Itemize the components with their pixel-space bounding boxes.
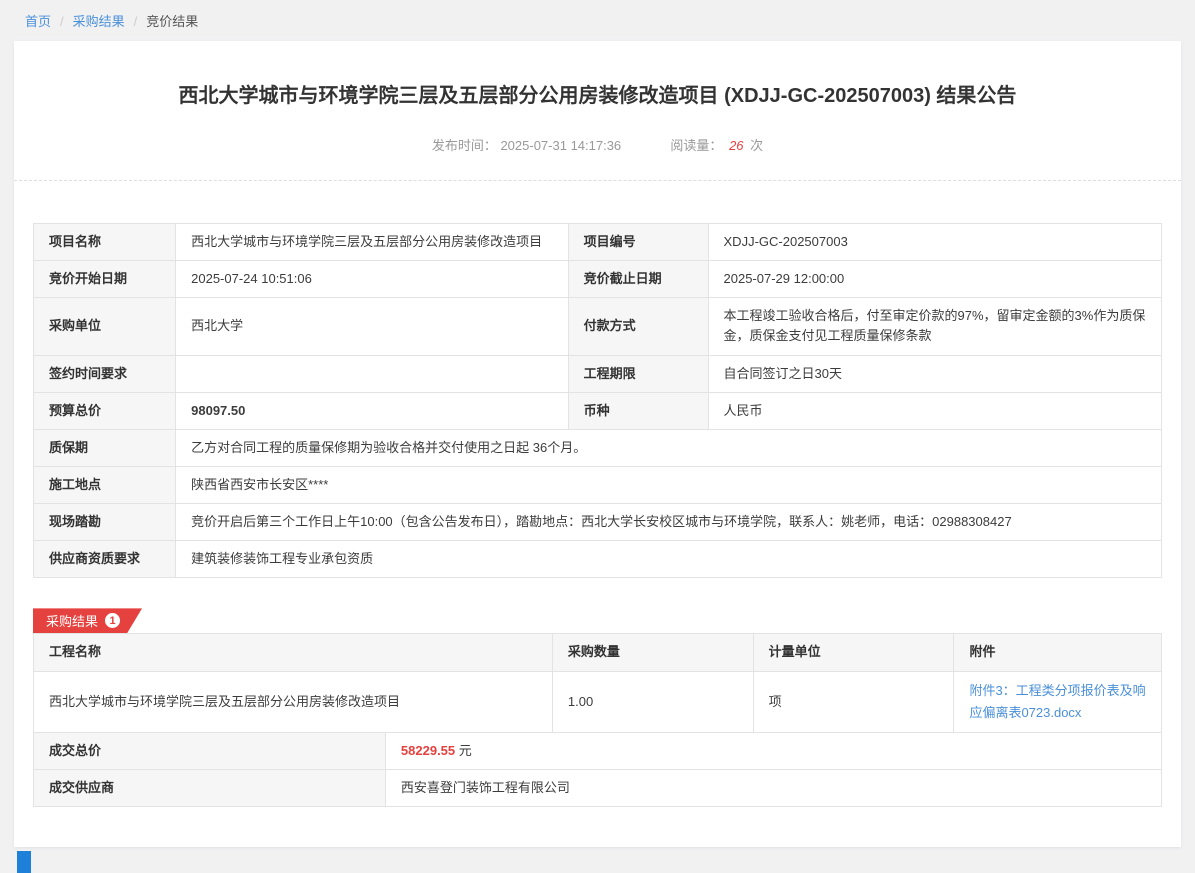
result-project-name: 西北大学城市与环境学院三层及五层部分公用房装修改造项目 [34, 671, 553, 732]
payment-method-value: 本工程竣工验收合格后，付至审定价款的97%，留审定金额的3%作为质保金，质保金支… [708, 298, 1161, 355]
deal-total-row: 成交总价 58229.55 元 [34, 732, 1162, 769]
breadcrumb-procurement-results-link[interactable]: 采购结果 [73, 14, 125, 29]
bid-start-label: 竞价开始日期 [34, 261, 176, 298]
info-row-location: 施工地点 陕西省西安市长安区**** [34, 466, 1162, 503]
construction-site-value: 陕西省西安市长安区**** [176, 466, 1162, 503]
back-to-top-button[interactable] [17, 851, 31, 873]
attachment-link[interactable]: 附件3：工程类分项报价表及响应偏离表0723.docx [969, 683, 1145, 720]
project-info-table: 项目名称 西北大学城市与环境学院三层及五层部分公用房装修改造项目 项目编号 XD… [33, 223, 1162, 578]
project-number-value: XDJJ-GC-202507003 [708, 224, 1161, 261]
deal-supplier-label: 成交供应商 [34, 769, 386, 806]
currency-value: 人民币 [708, 392, 1161, 429]
bid-end-value: 2025-07-29 12:00:00 [708, 261, 1161, 298]
info-row-warranty: 质保期 乙方对合同工程的质量保修期为验收合格并交付使用之日起 36个月。 [34, 429, 1162, 466]
budget-total-value: 98097.50 [176, 392, 569, 429]
purchaser-value: 西北大学 [176, 298, 569, 355]
breadcrumb-home-link[interactable]: 首页 [25, 14, 51, 29]
page: 首页 / 采购结果 / 竞价结果 西北大学城市与环境学院三层及五层部分公用房装修改造项目… [0, 0, 1195, 847]
deal-total-unit: 元 [459, 743, 472, 758]
construction-site-label: 施工地点 [34, 466, 176, 503]
project-name-column-header: 工程名称 [34, 634, 553, 671]
deal-total-label: 成交总价 [34, 732, 386, 769]
payment-method-label: 付款方式 [568, 298, 708, 355]
bid-start-value: 2025-07-24 10:51:06 [176, 261, 569, 298]
supplier-qualification-label: 供应商资质要求 [34, 541, 176, 578]
breadcrumb-current-page: 竞价结果 [146, 14, 198, 29]
publish-time-label: 发布时间： [432, 138, 497, 153]
site-visit-label: 现场踏勘 [34, 504, 176, 541]
deal-supplier-row: 成交供应商 西安喜登门装饰工程有限公司 [34, 769, 1162, 806]
sign-time-value [176, 355, 569, 392]
announcement-card: 西北大学城市与环境学院三层及五层部分公用房装修改造项目 (XDJJ-GC-202… [14, 41, 1181, 847]
site-visit-value: 竞价开启后第三个工作日上午10:00（包含公告发布日），踏勘地点：西北大学长安校… [176, 504, 1162, 541]
result-unit: 项 [753, 671, 954, 732]
project-period-value: 自合同签订之日30天 [708, 355, 1161, 392]
views-count: 26 [729, 138, 743, 153]
purchase-result-table: 工程名称 采购数量 计量单位 附件 西北大学城市与环境学院三层及五层部分公用房装… [33, 633, 1162, 732]
deal-supplier-name: 西安喜登门装饰工程有限公司 [385, 769, 1161, 806]
info-row-dates: 竞价开始日期 2025-07-24 10:51:06 竞价截止日期 2025-0… [34, 261, 1162, 298]
purchase-result-ribbon: 采购结果 1 [33, 608, 142, 633]
result-quantity: 1.00 [552, 671, 753, 732]
page-title: 西北大学城市与环境学院三层及五层部分公用房装修改造项目 (XDJJ-GC-202… [14, 41, 1181, 109]
info-row-sign-period: 签约时间要求 工程期限 自合同签订之日30天 [34, 355, 1162, 392]
info-row-budget-currency: 预算总价 98097.50 币种 人民币 [34, 392, 1162, 429]
breadcrumb: 首页 / 采购结果 / 竞价结果 [0, 0, 1195, 39]
info-row-site-visit: 现场踏勘 竞价开启后第三个工作日上午10:00（包含公告发布日），踏勘地点：西北… [34, 504, 1162, 541]
result-header-row: 工程名称 采购数量 计量单位 附件 [34, 634, 1162, 671]
unit-column-header: 计量单位 [753, 634, 954, 671]
result-count-badge: 1 [105, 613, 120, 628]
purchaser-label: 采购单位 [34, 298, 176, 355]
attachment-column-header: 附件 [954, 634, 1162, 671]
publish-time-value: 2025-07-31 14:17:36 [500, 138, 621, 153]
quantity-column-header: 采购数量 [552, 634, 753, 671]
info-row-unit-payment: 采购单位 西北大学 付款方式 本工程竣工验收合格后，付至审定价款的97%，留审定… [34, 298, 1162, 355]
breadcrumb-separator: / [134, 14, 138, 29]
project-name-value: 西北大学城市与环境学院三层及五层部分公用房装修改造项目 [176, 224, 569, 261]
info-row-project: 项目名称 西北大学城市与环境学院三层及五层部分公用房装修改造项目 项目编号 XD… [34, 224, 1162, 261]
content-area: 项目名称 西北大学城市与环境学院三层及五层部分公用房装修改造项目 项目编号 XD… [14, 181, 1181, 807]
warranty-label: 质保期 [34, 429, 176, 466]
deal-summary-table: 成交总价 58229.55 元 成交供应商 西安喜登门装饰工程有限公司 [33, 732, 1162, 807]
announcement-meta: 发布时间： 2025-07-31 14:17:36 阅读量： 26 次 [14, 135, 1181, 154]
project-number-label: 项目编号 [568, 224, 708, 261]
info-row-qualification: 供应商资质要求 建筑装修装饰工程专业承包资质 [34, 541, 1162, 578]
result-row: 西北大学城市与环境学院三层及五层部分公用房装修改造项目 1.00 项 附件3：工… [34, 671, 1162, 732]
breadcrumb-separator: / [60, 14, 64, 29]
currency-label: 币种 [568, 392, 708, 429]
views-label: 阅读量： [670, 138, 722, 153]
project-name-label: 项目名称 [34, 224, 176, 261]
warranty-value: 乙方对合同工程的质量保修期为验收合格并交付使用之日起 36个月。 [176, 429, 1162, 466]
deal-total-value: 58229.55 [401, 743, 455, 758]
project-period-label: 工程期限 [568, 355, 708, 392]
views-unit: 次 [750, 138, 763, 153]
bid-end-label: 竞价截止日期 [568, 261, 708, 298]
budget-total-label: 预算总价 [34, 392, 176, 429]
sign-time-label: 签约时间要求 [34, 355, 176, 392]
purchase-result-tag-label: 采购结果 [46, 611, 98, 630]
supplier-qualification-value: 建筑装修装饰工程专业承包资质 [176, 541, 1162, 578]
